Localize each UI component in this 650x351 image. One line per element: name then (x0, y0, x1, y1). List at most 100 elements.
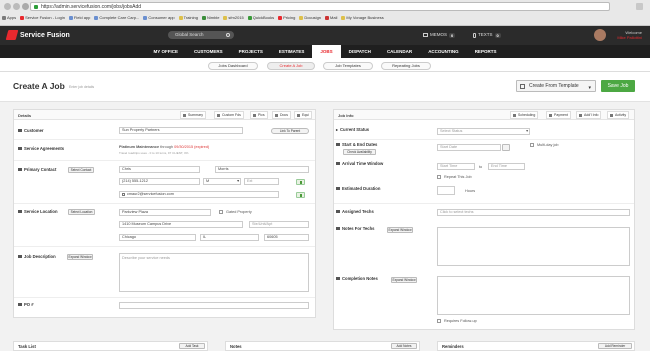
unit-input[interactable]: Ste/Unit/Apt (249, 221, 309, 228)
user-menu[interactable]: Welcome Mike Pallottini (617, 30, 642, 40)
check-availability-button[interactable]: Check Availability (343, 149, 376, 155)
bookmark-item[interactable]: Nimble (201, 14, 219, 22)
bookmark-item[interactable]: Docusign (299, 14, 321, 22)
tab-custom-fields-label: Custom Fds (222, 113, 241, 117)
add-note-button[interactable]: Add Notes (391, 343, 417, 349)
global-search[interactable]: Global Search (168, 31, 234, 39)
phone-type-select[interactable]: M ▾ (203, 178, 241, 185)
bookmark-item[interactable]: sfm2015 (223, 14, 244, 22)
first-name-input[interactable]: Chris (119, 166, 200, 173)
bookmark-item[interactable]: QuickBooks (247, 14, 274, 22)
add-task-button[interactable]: Add Task (179, 343, 205, 349)
logo[interactable]: Service Fusion (5, 30, 70, 40)
tab-create-a-job[interactable]: Create A Job (267, 62, 315, 70)
tab-equipment[interactable]: Equi (294, 111, 313, 119)
nav-estimates[interactable]: ESTIMATES (271, 45, 312, 58)
nav-projects[interactable]: PROJECTS (231, 45, 271, 58)
notes-for-techs-textarea[interactable] (437, 227, 630, 266)
select-contact-button[interactable]: Select Contact (68, 167, 94, 173)
back-icon[interactable] (4, 3, 11, 10)
location-name-input[interactable]: Parkview Plaza (119, 209, 211, 216)
expand-completion-button[interactable]: Expand Window (391, 277, 417, 283)
agreement-name[interactable]: Platinum Maintenance (119, 145, 159, 149)
forward-icon[interactable] (13, 3, 20, 10)
expand-notes-button[interactable]: Expand Window (387, 227, 413, 233)
tab-activity[interactable]: Activity (607, 111, 630, 119)
select-location-button[interactable]: Select Location (68, 209, 95, 215)
followup-checkbox[interactable] (437, 319, 441, 323)
bookmark-item[interactable]: Field app (68, 14, 90, 22)
gated-property-checkbox[interactable] (219, 210, 223, 214)
bookmark-item[interactable]: Pricing (278, 14, 295, 22)
address-bar[interactable]: https://admin.servicefusion.com/jobs/job… (30, 2, 610, 11)
reload-icon[interactable] (22, 3, 29, 10)
tab-custom-fields[interactable]: Custom Fds (214, 111, 244, 119)
start-time-input[interactable]: Start Time (437, 163, 475, 170)
create-from-template-button[interactable]: Create From Template ▾ (516, 80, 596, 92)
phone-input[interactable]: (214) 555-1212 (119, 178, 200, 185)
user-name: Mike Pallottini (617, 35, 642, 40)
techs-select[interactable]: Click to select techs (437, 209, 630, 216)
task-list-title: Task List (18, 344, 36, 349)
bookmark-item[interactable]: My Vonage Business (341, 14, 384, 22)
start-date-input[interactable]: Start Date (437, 144, 501, 151)
phone-ext-input[interactable]: Ext (244, 178, 279, 185)
texts-button[interactable]: TEXTS 0 (473, 31, 501, 39)
address-input[interactable]: 1410 Museum Campus Drive (119, 221, 243, 228)
po-input[interactable] (119, 302, 309, 309)
expand-description-button[interactable]: Expand Window (67, 254, 93, 260)
nav-accounting[interactable]: ACCOUNTING (420, 45, 467, 58)
nav-customers[interactable]: CUSTOMERS (186, 45, 231, 58)
email-input[interactable]: cmaur2@servicefusion.com (119, 191, 279, 198)
menu-icon[interactable] (636, 3, 643, 10)
bookmark-item[interactable]: Apps (2, 14, 16, 22)
state-input[interactable]: IL (200, 234, 259, 241)
tab-summary[interactable]: Summary (180, 111, 206, 119)
bookmark-item[interactable]: Service Fusion - Login (20, 14, 65, 22)
tab-docs[interactable]: Docs (272, 111, 291, 119)
multiday-checkbox[interactable] (530, 143, 534, 147)
multiday-label: Multi-day job (537, 143, 559, 147)
add-phone-icon[interactable] (296, 179, 305, 185)
repeat-label: Repeat This Job (444, 175, 472, 179)
avatar[interactable] (594, 29, 606, 41)
bookmark-item[interactable]: Consumer app (143, 14, 175, 22)
memos-button[interactable]: MEMOS 0 (423, 31, 456, 39)
nav-reports[interactable]: REPORTS (467, 45, 505, 58)
assigned-techs-text: Assigned Techs (342, 209, 374, 214)
add-reminder-button[interactable]: Add Reminder (598, 343, 632, 349)
repeat-checkbox[interactable] (437, 175, 441, 179)
tab-payment-label: Payment (554, 113, 568, 117)
nav-jobs[interactable]: JOBS (312, 45, 341, 58)
bookmark-item[interactable]: Mail (325, 14, 337, 22)
contact-icon (18, 168, 22, 172)
zip-input[interactable]: 60605 (264, 234, 309, 241)
tab-repeating-jobs[interactable]: Repeating Jobs (381, 62, 431, 70)
job-description-textarea[interactable]: Describe your service needs (119, 253, 309, 292)
date-picker-icon[interactable] (502, 144, 510, 151)
followup-label: Requires Follow-up (444, 319, 477, 323)
tab-job-templates[interactable]: Job Templates (323, 62, 373, 70)
bookmark-item[interactable]: Training (178, 14, 198, 22)
save-job-button[interactable]: Save Job (601, 80, 635, 92)
end-time-input[interactable]: End Time (488, 163, 525, 170)
tab-scheduling[interactable]: Scheduling (510, 111, 539, 119)
nav-dispatch[interactable]: DISPATCH (341, 45, 379, 58)
gated-property-label: Gated Property (226, 210, 252, 214)
city-input[interactable]: Chicago (119, 234, 196, 241)
email-icon (122, 193, 125, 196)
bookmark-item[interactable]: Complete Care Carp... (94, 14, 139, 22)
completion-notes-textarea[interactable] (437, 276, 630, 315)
tab-addl-info[interactable]: Add'l Info (576, 111, 602, 119)
customer-input[interactable]: Sun Property Partners (119, 127, 243, 134)
link-to-parent-button[interactable]: Link To Parent (271, 128, 309, 134)
last-name-input[interactable]: Morris (215, 166, 309, 173)
add-email-icon[interactable] (296, 192, 305, 198)
duration-stepper[interactable] (437, 186, 455, 195)
status-select[interactable]: Select Status ▾ (437, 128, 530, 135)
nav-my-office[interactable]: MY OFFICE (146, 45, 186, 58)
tab-payment[interactable]: Payment (546, 111, 571, 119)
tab-pics[interactable]: Pics (250, 111, 268, 119)
tab-jobs-dashboard[interactable]: Jobs Dashboard (208, 62, 258, 70)
nav-calendar[interactable]: CALENDAR (379, 45, 420, 58)
